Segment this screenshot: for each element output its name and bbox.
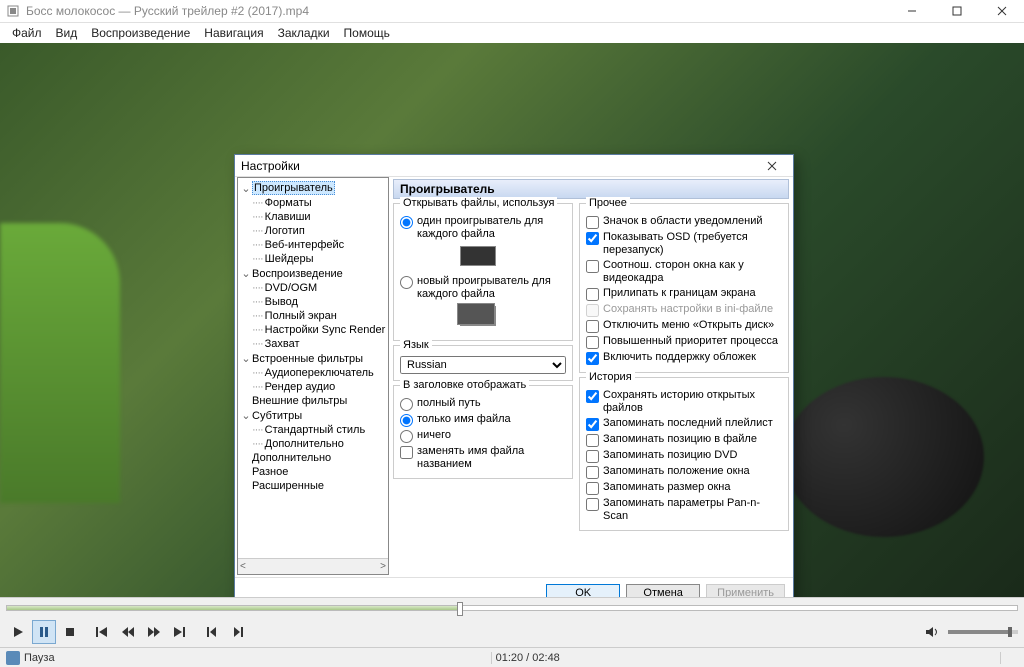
tree-item[interactable]: ····Веб-интерфейс (238, 238, 388, 252)
pause-button[interactable] (32, 620, 56, 644)
menu-bookmarks[interactable]: Закладки (272, 24, 336, 42)
title-display-legend: В заголовке отображать (400, 379, 529, 391)
dialog-close-button[interactable] (757, 156, 787, 176)
language-legend: Язык (400, 339, 432, 351)
play-button[interactable] (6, 620, 30, 644)
tree-item[interactable]: Дополнительно (238, 451, 388, 465)
radio-filename-only[interactable]: только имя файла (400, 412, 566, 428)
radio-nothing[interactable]: ничего (400, 428, 566, 444)
multi-player-icon (460, 306, 496, 326)
tree-item[interactable]: Внешние фильтры (238, 394, 388, 408)
settings-tree[interactable]: ⌄Проигрыватель····Форматы····Клавиши····… (238, 178, 388, 558)
maximize-button[interactable] (934, 0, 979, 23)
seek-thumb[interactable] (457, 602, 463, 616)
misc-legend: Прочее (586, 197, 630, 209)
mute-button[interactable] (920, 620, 944, 644)
settings-dialog: Настройки ⌄Проигрыватель····Форматы····К… (234, 154, 794, 597)
check-history[interactable]: Сохранять историю открытых файлов (586, 388, 782, 416)
tree-item[interactable]: ····Форматы (238, 196, 388, 210)
radio-full-path[interactable]: полный путь (400, 396, 566, 412)
tree-item[interactable]: ····Захват (238, 337, 388, 351)
tree-item[interactable]: ⌄Встроенные фильтры (238, 351, 388, 366)
step-fwd-button[interactable] (226, 620, 250, 644)
tree-item[interactable]: ⌄Воспроизведение (238, 266, 388, 281)
next-button[interactable] (168, 620, 192, 644)
window-title: Босс молокосос — Русский трейлер #2 (201… (26, 4, 889, 18)
tree-item[interactable]: ····Рендер аудио (238, 380, 388, 394)
check-pan-scan[interactable]: Запоминать параметры Pan-n-Scan (586, 496, 782, 524)
check-file-pos[interactable]: Запоминать позицию в файле (586, 432, 782, 448)
radio-new-player[interactable]: новый проигрыватель для каждого файла (400, 274, 566, 302)
prev-button[interactable] (90, 620, 114, 644)
menu-file[interactable]: Файл (6, 24, 48, 42)
apply-button[interactable]: Применить (706, 584, 785, 598)
close-button[interactable] (979, 0, 1024, 23)
tree-item[interactable]: ····Стандартный стиль (238, 423, 388, 437)
check-disable-open-disc[interactable]: Отключить меню «Открыть диск» (586, 318, 782, 334)
tree-item[interactable]: ····Настройки Sync Render (238, 323, 388, 337)
check-tray-icon[interactable]: Значок в области уведомлений (586, 214, 782, 230)
tree-item[interactable]: ····Вывод (238, 295, 388, 309)
check-show-osd[interactable]: Показывать OSD (требуется перезапуск) (586, 230, 782, 258)
section-header: Проигрыватель (393, 179, 789, 199)
menu-play[interactable]: Воспроизведение (85, 24, 196, 42)
status-icon (6, 651, 20, 665)
tree-item[interactable]: ····Клавиши (238, 210, 388, 224)
status-extra (1000, 652, 1018, 664)
playback-controls (0, 617, 1024, 647)
volume-slider[interactable] (948, 630, 1018, 634)
tree-item[interactable]: ····Аудиопереключатель (238, 366, 388, 380)
video-area[interactable]: BOXPROGRAMS.RU Настройки ⌄Проигрыватель·… (0, 43, 1024, 597)
tree-hscroll[interactable]: <> (238, 558, 388, 574)
menu-nav[interactable]: Навигация (198, 24, 269, 42)
tree-item[interactable]: Расширенные (238, 479, 388, 493)
menu-view[interactable]: Вид (50, 24, 84, 42)
tree-item[interactable]: ⌄Субтитры (238, 408, 388, 423)
history-legend: История (586, 371, 635, 383)
stop-button[interactable] (58, 620, 82, 644)
open-files-legend: Открывать файлы, используя (400, 197, 557, 209)
check-covers[interactable]: Включить поддержку обложек (586, 350, 782, 366)
status-text: Пауза (24, 652, 55, 664)
ok-button[interactable]: OK (546, 584, 620, 598)
check-ini: Сохранять настройки в ini-файле (586, 302, 782, 318)
check-replace-filename[interactable]: заменять имя файла названием (400, 444, 566, 472)
check-snap[interactable]: Прилипать к границам экрана (586, 286, 782, 302)
check-aspect[interactable]: Соотнош. сторон окна как у видеокадра (586, 258, 782, 286)
minimize-button[interactable] (889, 0, 934, 23)
check-dvd-pos[interactable]: Запоминать позицию DVD (586, 448, 782, 464)
tree-item[interactable]: ⌄Проигрыватель (238, 180, 388, 196)
menu-help[interactable]: Помощь (338, 24, 396, 42)
tree-item[interactable]: ····Шейдеры (238, 252, 388, 266)
radio-one-player[interactable]: один проигрыватель для каждого файла (400, 214, 566, 242)
status-bar: Пауза 01:20 / 02:48 (0, 647, 1024, 667)
cancel-button[interactable]: Отмена (626, 584, 700, 598)
check-playlist[interactable]: Запоминать последний плейлист (586, 416, 782, 432)
settings-tree-pane: ⌄Проигрыватель····Форматы····Клавиши····… (237, 177, 389, 575)
window-titlebar: Босс молокосос — Русский трейлер #2 (201… (0, 0, 1024, 23)
tree-item[interactable]: ····Полный экран (238, 309, 388, 323)
tree-item[interactable]: ····DVD/OGM (238, 281, 388, 295)
menu-bar: Файл Вид Воспроизведение Навигация Закла… (0, 23, 1024, 43)
app-icon (6, 4, 20, 18)
forward-button[interactable] (142, 620, 166, 644)
check-win-pos[interactable]: Запоминать положение окна (586, 464, 782, 480)
tree-item[interactable]: Разное (238, 465, 388, 479)
status-time: 01:20 / 02:48 (491, 652, 564, 664)
check-high-priority[interactable]: Повышенный приоритет процесса (586, 334, 782, 350)
seek-bar[interactable] (0, 597, 1024, 617)
check-win-size[interactable]: Запоминать размер окна (586, 480, 782, 496)
step-back-button[interactable] (200, 620, 224, 644)
tree-item[interactable]: ····Дополнительно (238, 437, 388, 451)
rewind-button[interactable] (116, 620, 140, 644)
one-player-icon (460, 246, 496, 266)
tree-item[interactable]: ····Логотип (238, 224, 388, 238)
dialog-title: Настройки (241, 159, 757, 173)
language-select[interactable]: Russian (400, 356, 566, 374)
